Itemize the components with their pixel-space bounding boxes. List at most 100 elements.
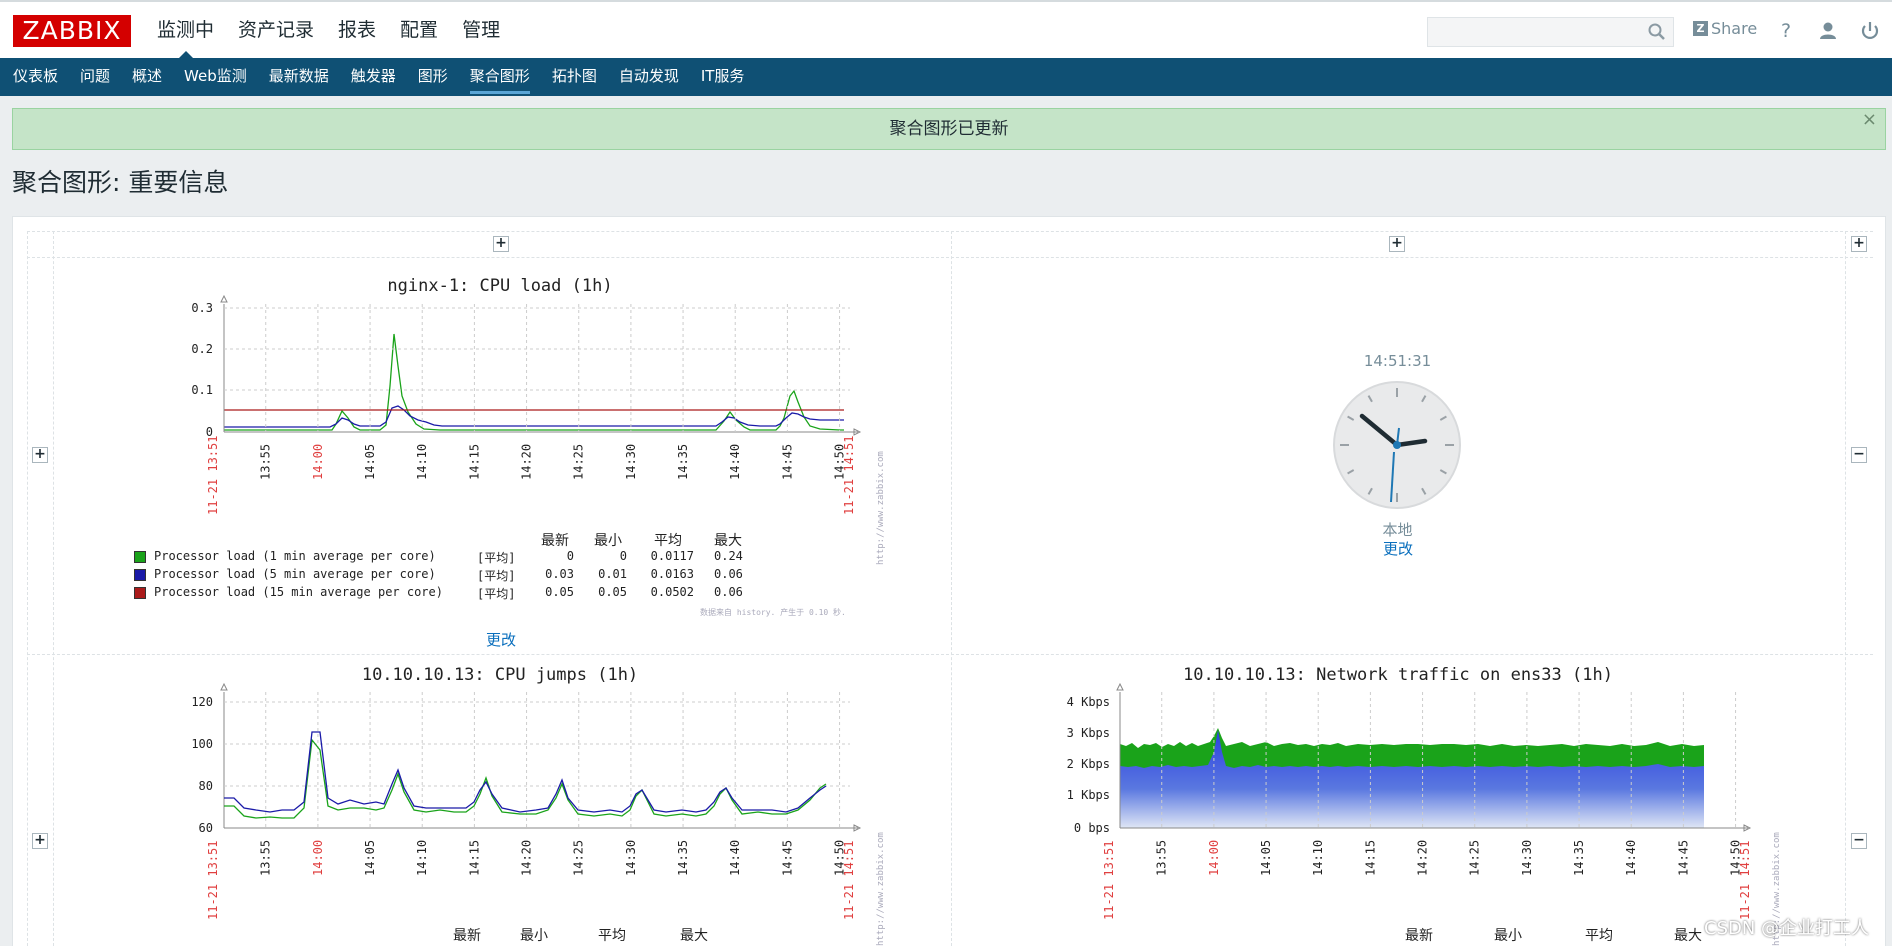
subnav-maps[interactable]: 拓扑图 [541, 58, 608, 96]
x-tick-label: 14:00 [1207, 840, 1221, 876]
legend-avg: 0.0117 [650, 549, 694, 563]
subnav-triggers[interactable]: 触发器 [340, 58, 407, 96]
watermark: CSDN @企业打工人 [1704, 918, 1870, 939]
y-tick-label: 0 bps [1074, 821, 1110, 835]
x-tick-label: 14:45 [1676, 840, 1690, 876]
x-tick-label: 14:35 [676, 444, 690, 480]
x-start-label: 11-21 13:51 [1102, 841, 1116, 920]
y-tick-label: 1 Kbps [1067, 788, 1110, 802]
subnav-it-services[interactable]: IT服务 [690, 58, 756, 96]
search-input[interactable] [1427, 17, 1674, 47]
grid-border [27, 654, 1873, 655]
subnav-problems[interactable]: 问题 [69, 58, 121, 96]
user-icon[interactable] [1816, 19, 1840, 43]
menu-inventory[interactable]: 资产记录 [226, 2, 326, 58]
graph-title: 10.10.10.13: CPU jumps (1h) [362, 665, 638, 685]
x-tick-label: 14:00 [311, 444, 325, 480]
add-column-button[interactable]: + [1389, 236, 1405, 252]
subnav-latest-data[interactable]: 最新数据 [258, 58, 340, 96]
x-tick-label: 14:45 [780, 840, 794, 876]
y-tick-label: 100 [191, 737, 213, 751]
grid-border [27, 257, 1873, 258]
legend-max: 0.06 [714, 567, 743, 581]
x-tick-label: 13:55 [1155, 840, 1169, 876]
y-tick-label: 0.3 [191, 301, 213, 315]
share-button[interactable]: Z Share [1693, 19, 1757, 38]
legend-last: 0.03 [545, 567, 574, 581]
subnav-web[interactable]: Web监测 [173, 58, 258, 96]
y-tick-label: 0.2 [191, 342, 213, 356]
grid-border [1845, 231, 1846, 946]
x-tick-label: 14:10 [415, 444, 429, 480]
search-icon[interactable] [1646, 21, 1668, 43]
grid-border [951, 231, 952, 946]
add-column-button[interactable]: + [493, 236, 509, 252]
legend-header-max: 最大 [1674, 928, 1702, 944]
close-icon[interactable]: × [1862, 109, 1877, 131]
remove-row-button[interactable]: − [1851, 447, 1867, 463]
change-link[interactable]: 更改 [1383, 538, 1413, 559]
legend-last: 0 [566, 549, 574, 563]
legend-row: Processor load (5 min average per core) … [134, 567, 774, 584]
legend-func: [平均] [477, 587, 516, 601]
legend-header-last: 最新 [1405, 928, 1433, 944]
x-tick-label: 14:25 [1468, 840, 1482, 876]
y-tick-label: 120 [191, 695, 213, 709]
success-message-text: 聚合图形已更新 [889, 119, 1009, 139]
remove-row-button[interactable]: − [1851, 833, 1867, 849]
x-tick-labels: 13:55 14:00 14:05 14:10 14:15 14:20 14:25 14:30… [1155, 840, 1743, 876]
x-start-label: 11-21 13:51 [206, 436, 220, 515]
legend-header-avg: 平均 [598, 928, 626, 944]
subnav-graphs[interactable]: 图形 [407, 58, 459, 96]
legend-header-max: 最大 [714, 533, 742, 549]
y-tick-label: 3 Kbps [1067, 726, 1110, 740]
x-tick-label: 14:50 [833, 444, 847, 480]
legend-swatch [134, 569, 146, 581]
add-column-button[interactable]: + [1851, 236, 1867, 252]
x-tick-label: 14:10 [1311, 840, 1325, 876]
top-bar: ZABBIX 监测中 资产记录 报表 配置 管理 Z Share ? [0, 0, 1892, 59]
subnav-discovery[interactable]: 自动发现 [608, 58, 690, 96]
axis-arrow [220, 294, 228, 303]
x-start-label: 11-21 13:51 [206, 841, 220, 920]
legend-header-min: 最小 [594, 533, 622, 549]
menu-monitoring[interactable]: 监测中 [145, 2, 226, 59]
axis-arrow [1116, 682, 1124, 691]
legend-func: [平均] [477, 551, 516, 565]
add-row-button[interactable]: + [32, 833, 48, 849]
success-message: 聚合图形已更新 × [12, 108, 1886, 150]
subnav-dashboard[interactable]: 仪表板 [2, 58, 69, 96]
menu-administration[interactable]: 管理 [450, 2, 512, 58]
subnav-screens[interactable]: 聚合图形 [459, 58, 541, 96]
menu-reports[interactable]: 报表 [326, 2, 388, 58]
x-tick-label: 14:15 [467, 444, 481, 480]
x-tick-label: 14:30 [624, 444, 638, 480]
legend-row: Processor load (15 min average per core)… [134, 585, 774, 602]
legend-func: [平均] [477, 569, 516, 583]
share-label: Share [1711, 19, 1758, 38]
legend-header-min: 最小 [520, 928, 548, 944]
legend-max: 0.06 [714, 585, 743, 599]
graph-url: http://www.zabbix.com [876, 451, 886, 565]
zabbix-logo[interactable]: ZABBIX [13, 15, 131, 47]
graph-title: 10.10.10.13: Network traffic on ens33 (1… [1183, 665, 1613, 685]
x-tick-label: 14:35 [676, 840, 690, 876]
share-icon: Z [1693, 21, 1708, 36]
legend-header-avg: 平均 [1585, 928, 1613, 944]
x-tick-label: 14:50 [1729, 840, 1743, 876]
clock-icon [1333, 381, 1461, 509]
axis-arrow [220, 682, 228, 691]
main-menu: 监测中 资产记录 报表 配置 管理 [145, 2, 512, 59]
legend-swatch [134, 587, 146, 599]
menu-configuration[interactable]: 配置 [388, 2, 450, 58]
x-tick-label: 14:10 [415, 840, 429, 876]
change-link[interactable]: 更改 [486, 629, 516, 650]
y-tick-label: 0.1 [191, 383, 213, 397]
x-tick-labels: 13:55 14:00 14:05 14:10 14:15 14:20 14:25 14:30… [259, 840, 847, 876]
graph-url: http://www.zabbix.com [876, 832, 886, 946]
subnav-overview[interactable]: 概述 [121, 58, 173, 96]
page-title: 聚合图形: 重要信息 [12, 168, 229, 197]
help-icon[interactable]: ? [1774, 19, 1798, 43]
add-row-button[interactable]: + [32, 447, 48, 463]
power-icon[interactable] [1858, 19, 1882, 43]
